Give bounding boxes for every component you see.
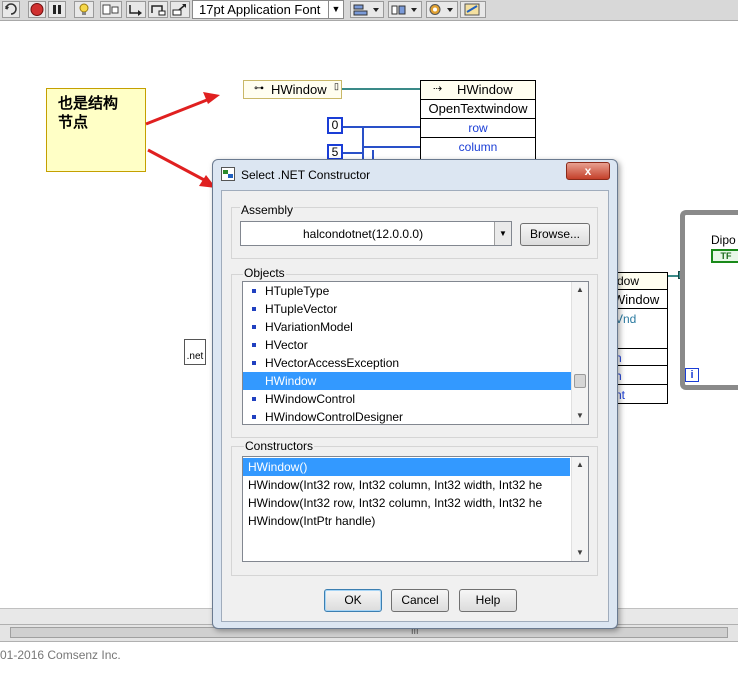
ok-button[interactable]: OK [324,589,382,612]
assembly-dropdown[interactable]: halcondotnet(12.0.0.0) ▼ [240,221,512,246]
dialog-body: Assembly halcondotnet(12.0.0.0) ▼ Browse… [221,190,609,622]
list-item[interactable]: HVectorAccessException [243,354,572,372]
assembly-value: halcondotnet(12.0.0.0) [303,227,424,241]
bullet-icon [252,414,256,419]
scroll-down-icon[interactable]: ▼ [572,408,588,424]
list-item[interactable]: HWindowControlDesigner [243,408,572,424]
dialog-titlebar[interactable]: Select .NET Constructor x [213,160,617,188]
scroll-down-icon[interactable]: ▼ [572,545,588,561]
list-item-selected[interactable]: HWindow [243,372,572,390]
list-item[interactable]: HWindow(Int32 row, Int32 column, Int32 w… [243,476,570,494]
scroll-up-icon[interactable]: ▲ [572,282,588,298]
scroll-thumb[interactable] [574,374,586,388]
list-item[interactable]: HWindow(Int32 row, Int32 column, Int32 w… [243,494,570,512]
list-item[interactable]: HVector [243,336,572,354]
bullet-icon [252,378,256,383]
object-label: HWindowControlDesigner [265,410,404,424]
list-item[interactable]: HWindowControl [243,390,572,408]
bullet-icon [252,288,256,293]
list-item[interactable]: HWindow(IntPtr handle) [243,512,570,530]
object-label: HTupleVector [265,302,338,316]
assembly-label: Assembly [240,203,295,217]
help-button[interactable]: Help [459,589,517,612]
objects-list[interactable]: HTupleType HTupleVector HVariationModel … [242,281,589,425]
select-net-constructor-dialog: Select .NET Constructor x Assembly halco… [212,159,618,629]
bullet-icon [252,396,256,401]
footer-copyright: 01-2016 Comsenz Inc. [0,648,121,662]
cancel-button[interactable]: Cancel [391,589,449,612]
object-label: HVector [265,338,308,352]
bullet-icon [252,342,256,347]
arrow-to-dialog [147,148,209,184]
browse-button[interactable]: Browse... [520,223,590,246]
dialog-title: Select .NET Constructor [241,168,371,182]
list-item[interactable]: HVariationModel [243,318,572,336]
chevron-down-icon: ▼ [494,222,511,245]
objects-scrollbar[interactable]: ▲ ▼ [571,282,588,424]
list-item[interactable]: HTupleVector [243,300,572,318]
close-button[interactable]: x [566,162,610,180]
constructors-list[interactable]: HWindow() HWindow(Int32 row, Int32 colum… [242,456,589,562]
constructors-scrollbar[interactable]: ▲ ▼ [571,457,588,561]
object-label: HWindow [265,374,317,388]
object-label: HWindowControl [265,392,356,406]
arrow-to-constructor [145,96,213,126]
object-label: HTupleType [265,284,330,298]
bullet-icon [252,306,256,311]
bullet-icon [252,360,256,365]
scroll-up-icon[interactable]: ▲ [572,457,588,473]
list-item[interactable]: HTupleType [243,282,572,300]
objects-label: Objects [243,266,286,280]
object-label: HVariationModel [265,320,353,334]
labview-app-icon [221,167,235,181]
arrowhead-1 [203,92,220,104]
constructors-label: Constructors [244,439,315,453]
close-icon: x [584,164,592,178]
object-label: HVectorAccessException [265,356,400,370]
list-item-selected[interactable]: HWindow() [243,458,570,476]
bullet-icon [252,324,256,329]
